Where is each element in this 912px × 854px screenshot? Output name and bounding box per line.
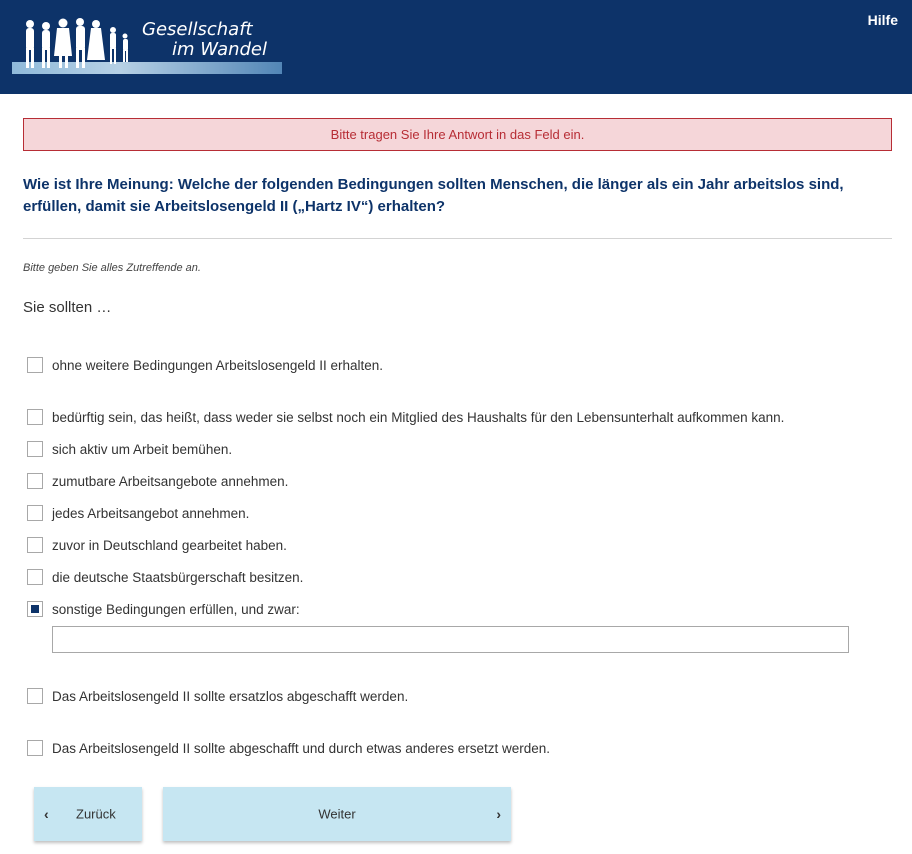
- option-label: ohne weitere Bedingungen Arbeitslosengel…: [52, 357, 383, 373]
- option-8[interactable]: Das Arbeitslosengeld II sollte ersatzlos…: [27, 686, 408, 706]
- checkbox[interactable]: [27, 688, 43, 704]
- option-label: Das Arbeitslosengeld II sollte abgeschaf…: [52, 740, 551, 756]
- option-5[interactable]: zuvor in Deutschland gearbeitet haben.: [27, 535, 287, 555]
- option-label: jedes Arbeitsangebot annehmen.: [52, 505, 250, 521]
- logo-line-2: im Wandel: [172, 39, 268, 60]
- header-bar: Gesellschaft im Wandel Hilfe: [0, 0, 912, 94]
- checkbox[interactable]: [27, 537, 43, 553]
- option-label: zuvor in Deutschland gearbeitet haben.: [52, 537, 287, 553]
- logo[interactable]: Gesellschaft im Wandel: [12, 12, 282, 76]
- next-button-label: Weiter: [318, 806, 356, 822]
- option-6[interactable]: die deutsche Staatsbürgerschaft besitzen…: [27, 567, 303, 587]
- checkbox[interactable]: [27, 740, 43, 756]
- option-label: sonstige Bedingungen erfüllen, und zwar:: [52, 601, 300, 617]
- checkbox[interactable]: [27, 505, 43, 521]
- option-3[interactable]: zumutbare Arbeitsangebote annehmen.: [27, 471, 288, 491]
- checkbox[interactable]: [27, 357, 43, 373]
- option-1[interactable]: bedürftig sein, das heißt, dass weder si…: [27, 407, 784, 427]
- back-button-label: Zurück: [76, 806, 116, 822]
- checkbox[interactable]: [27, 441, 43, 457]
- logo-line-1: Gesellschaft: [142, 19, 253, 40]
- option-4[interactable]: jedes Arbeitsangebot annehmen.: [27, 503, 249, 523]
- option-label: die deutsche Staatsbürgerschaft besitzen…: [52, 569, 304, 585]
- logo-text: Gesellschaft im Wandel: [142, 20, 267, 60]
- option-label: bedürftig sein, das heißt, dass weder si…: [52, 409, 785, 425]
- chevron-left-icon: ‹: [44, 806, 49, 822]
- question-text: Wie ist Ihre Meinung: Welche der folgend…: [23, 176, 844, 215]
- checkbox[interactable]: [27, 473, 43, 489]
- error-message: Bitte tragen Sie Ihre Antwort in das Fel…: [23, 118, 892, 151]
- next-button[interactable]: Weiter ›: [163, 787, 511, 841]
- help-link[interactable]: Hilfe: [868, 12, 898, 28]
- people-silhouettes-icon: [26, 18, 128, 68]
- back-button[interactable]: ‹ Zurück: [34, 787, 142, 841]
- checkbox[interactable]: [27, 409, 43, 425]
- checkbox-checked[interactable]: [27, 601, 43, 617]
- divider: [23, 238, 892, 239]
- option-label: sich aktiv um Arbeit bemühen.: [52, 441, 233, 457]
- option-7[interactable]: sonstige Bedingungen erfüllen, und zwar:: [27, 599, 300, 619]
- other-conditions-input[interactable]: [52, 626, 849, 653]
- instruction-text: Bitte geben Sie alles Zutreffende an.: [23, 262, 201, 274]
- chevron-right-icon: ›: [496, 806, 501, 822]
- option-label: Das Arbeitslosengeld II sollte ersatzlos…: [52, 688, 409, 704]
- option-2[interactable]: sich aktiv um Arbeit bemühen.: [27, 439, 232, 459]
- option-label: zumutbare Arbeitsangebote annehmen.: [52, 473, 289, 489]
- checkbox[interactable]: [27, 569, 43, 585]
- option-9[interactable]: Das Arbeitslosengeld II sollte abgeschaf…: [27, 738, 550, 758]
- option-0[interactable]: ohne weitere Bedingungen Arbeitslosengel…: [27, 355, 383, 375]
- question-stem: Sie sollten …: [23, 299, 112, 316]
